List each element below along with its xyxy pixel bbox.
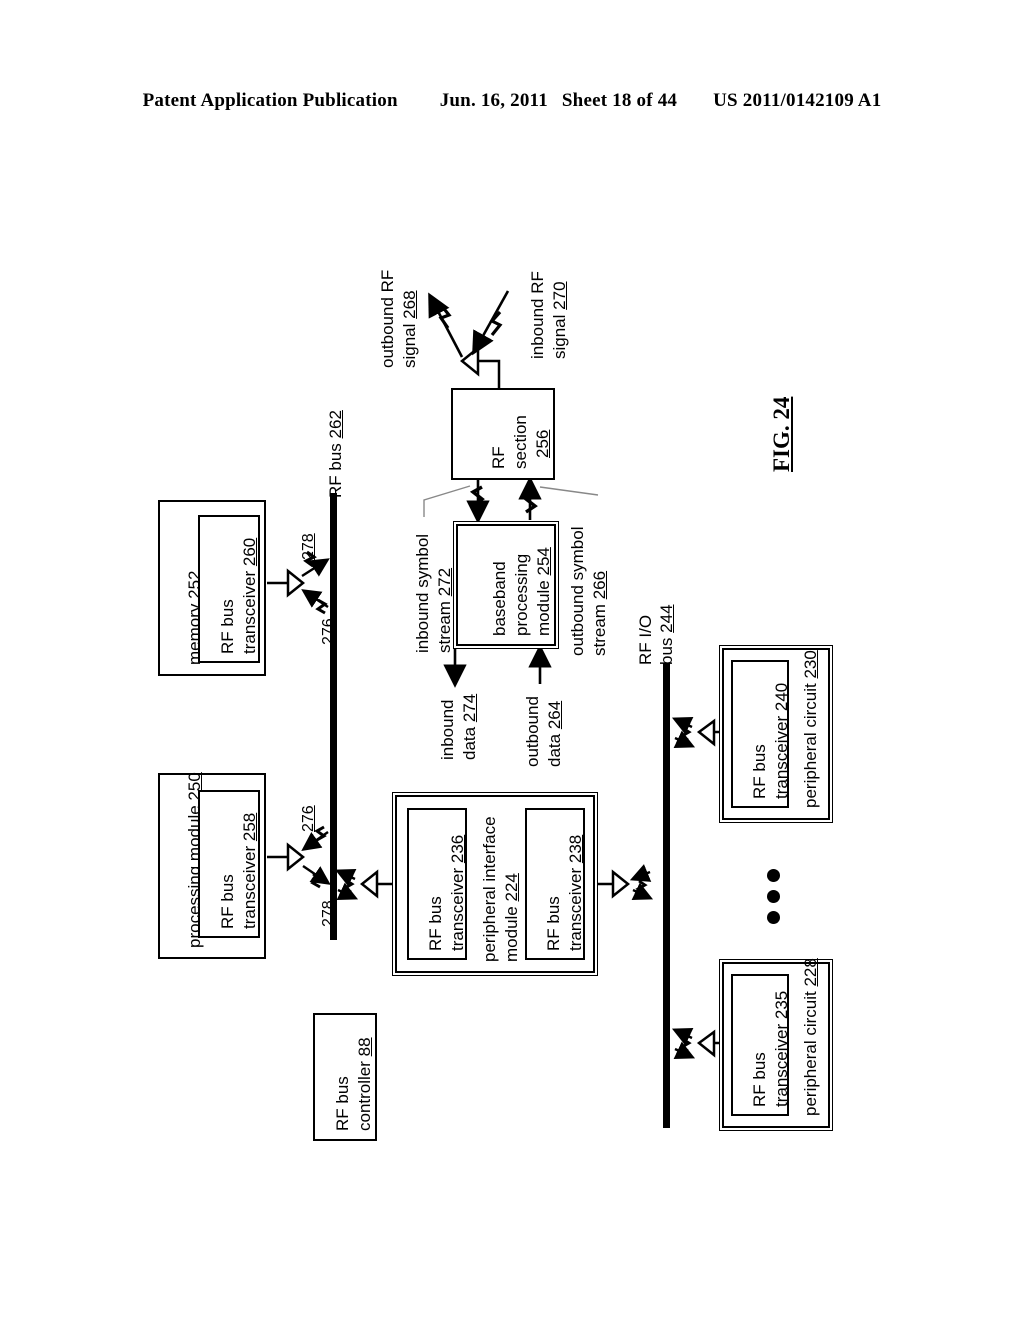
outbound-symbol-stream-line2: stream 266 bbox=[590, 570, 609, 656]
figure-connectors-overlay bbox=[267, 290, 729, 1059]
inbound-rf-signal-line2: signal 270 bbox=[550, 281, 569, 359]
peripheral-circuit-228-ref: 228 bbox=[801, 958, 820, 987]
antenna-memory-transceiver bbox=[267, 568, 306, 598]
antenna-pim-transceiver-236 bbox=[359, 869, 395, 899]
pim-transceiver-238-ref: 238 bbox=[566, 834, 585, 864]
peripheral-interface-line1: peripheral interface bbox=[480, 816, 499, 962]
outbound-data-ref: 264 bbox=[545, 700, 564, 730]
inbound-data-ref: 274 bbox=[460, 693, 479, 723]
pim-transceiver-236-line2: transceiver 236 bbox=[448, 834, 467, 951]
inbound-symbol-stream-line1: inbound symbol bbox=[413, 533, 432, 653]
processing-arrow-276-ref: 276 bbox=[300, 805, 317, 832]
rf-io-bus-244-label-line2: bus 244 bbox=[657, 604, 676, 665]
outbound-rf-signal-line1: outbound RF bbox=[378, 269, 397, 368]
rf-bus-262-bar bbox=[330, 493, 337, 940]
rf-bus-262-label: RF bus 262 bbox=[326, 410, 345, 498]
peripheral-interface-line2: module 224 bbox=[502, 873, 521, 962]
outbound-rf-signal-line2: signal 268 bbox=[400, 290, 419, 368]
pim-transceiver-236-line1: RF bus bbox=[426, 896, 445, 951]
pc230-transceiver-line2: transceiver 240 bbox=[772, 682, 791, 799]
rf-bus-controller-line2: controller 88 bbox=[355, 1037, 374, 1131]
memory-transceiver-line2: transceiver 260 bbox=[240, 537, 259, 654]
rf-io-bus-244-bar bbox=[663, 663, 670, 1128]
pc228-transceiver-line2: transceiver 235 bbox=[772, 990, 791, 1107]
pim-transceiver-238-line2: transceiver 238 bbox=[566, 834, 585, 951]
processing-transceiver-line2: transceiver 258 bbox=[240, 812, 259, 929]
pc230-transceiver-line1: RF bus bbox=[750, 744, 769, 799]
rf-section-line2: section bbox=[511, 415, 530, 469]
rf-section-ref: 256 bbox=[533, 429, 552, 458]
baseband-line1: baseband bbox=[490, 561, 509, 636]
peripheral-interface-ref: 224 bbox=[502, 873, 521, 902]
outbound-data-line2: data 264 bbox=[545, 700, 564, 767]
pim-transceiver-236-ref: 236 bbox=[448, 834, 467, 864]
antenna-processing-transceiver bbox=[267, 842, 306, 872]
antenna-pim-transceiver-238 bbox=[595, 869, 631, 899]
pc228-transceiver-ref: 235 bbox=[772, 990, 791, 1020]
processing-arrow-278-ref: 278 bbox=[320, 900, 337, 927]
inbound-data-line2: data 274 bbox=[460, 693, 479, 760]
ellipsis-dot bbox=[767, 911, 780, 924]
rf-bus-262-ref: 262 bbox=[326, 410, 345, 439]
antenna-symbol bbox=[460, 345, 501, 388]
peripheral-circuit-228-title: peripheral circuit 228 bbox=[801, 958, 820, 1116]
outbound-symbol-stream-ref: 266 bbox=[590, 570, 609, 600]
processing-transceiver-ref: 258 bbox=[240, 812, 259, 842]
inbound-symbol-stream-ref: 272 bbox=[435, 567, 454, 597]
rf-io-bus-244-label: RF I/O bbox=[636, 614, 655, 665]
rf-bus-controller-ref: 88 bbox=[355, 1037, 374, 1057]
outbound-data-line1: outbound bbox=[523, 696, 542, 767]
rf-io-bus-244-ref: 244 bbox=[657, 604, 676, 633]
baseband-ref: 254 bbox=[534, 547, 553, 576]
rf-bus-controller-line1: RF bus bbox=[333, 1076, 352, 1131]
rf-section-line1: RF bbox=[489, 446, 508, 469]
inbound-data-line1: inbound bbox=[438, 699, 457, 760]
memory-transceiver-line1: RF bus bbox=[218, 599, 237, 654]
outbound-rf-signal-ref: 268 bbox=[400, 290, 419, 319]
inbound-rf-signal-line1: inbound RF bbox=[528, 271, 547, 359]
peripheral-circuit-230-ref: 230 bbox=[801, 650, 820, 679]
figure-label: FIG. 24 bbox=[769, 396, 794, 472]
memory-arrow-278-ref: 278 bbox=[300, 533, 317, 560]
pc228-transceiver-line1: RF bus bbox=[750, 1052, 769, 1107]
memory-arrow-276-ref: 276 bbox=[320, 618, 337, 645]
inbound-rf-signal-ref: 270 bbox=[550, 281, 569, 310]
processing-transceiver-line1: RF bus bbox=[218, 874, 237, 929]
patent-figure-24: RF bus 262 RF I/O bus 244 FIG. 24 RF sec… bbox=[0, 0, 1024, 1320]
peripheral-circuit-230-title: peripheral circuit 230 bbox=[801, 650, 820, 808]
inbound-symbol-stream-line2: stream 272 bbox=[435, 567, 454, 653]
pc230-transceiver-ref: 240 bbox=[772, 682, 791, 712]
outbound-symbol-stream-line1: outbound symbol bbox=[568, 526, 587, 656]
ellipsis-dot bbox=[767, 890, 780, 903]
memory-transceiver-ref: 260 bbox=[240, 537, 259, 567]
baseband-line2: processing bbox=[512, 553, 531, 636]
ellipsis-dot bbox=[767, 869, 780, 882]
pim-transceiver-238-line1: RF bus bbox=[544, 896, 563, 951]
baseband-line3: module 254 bbox=[534, 547, 553, 636]
